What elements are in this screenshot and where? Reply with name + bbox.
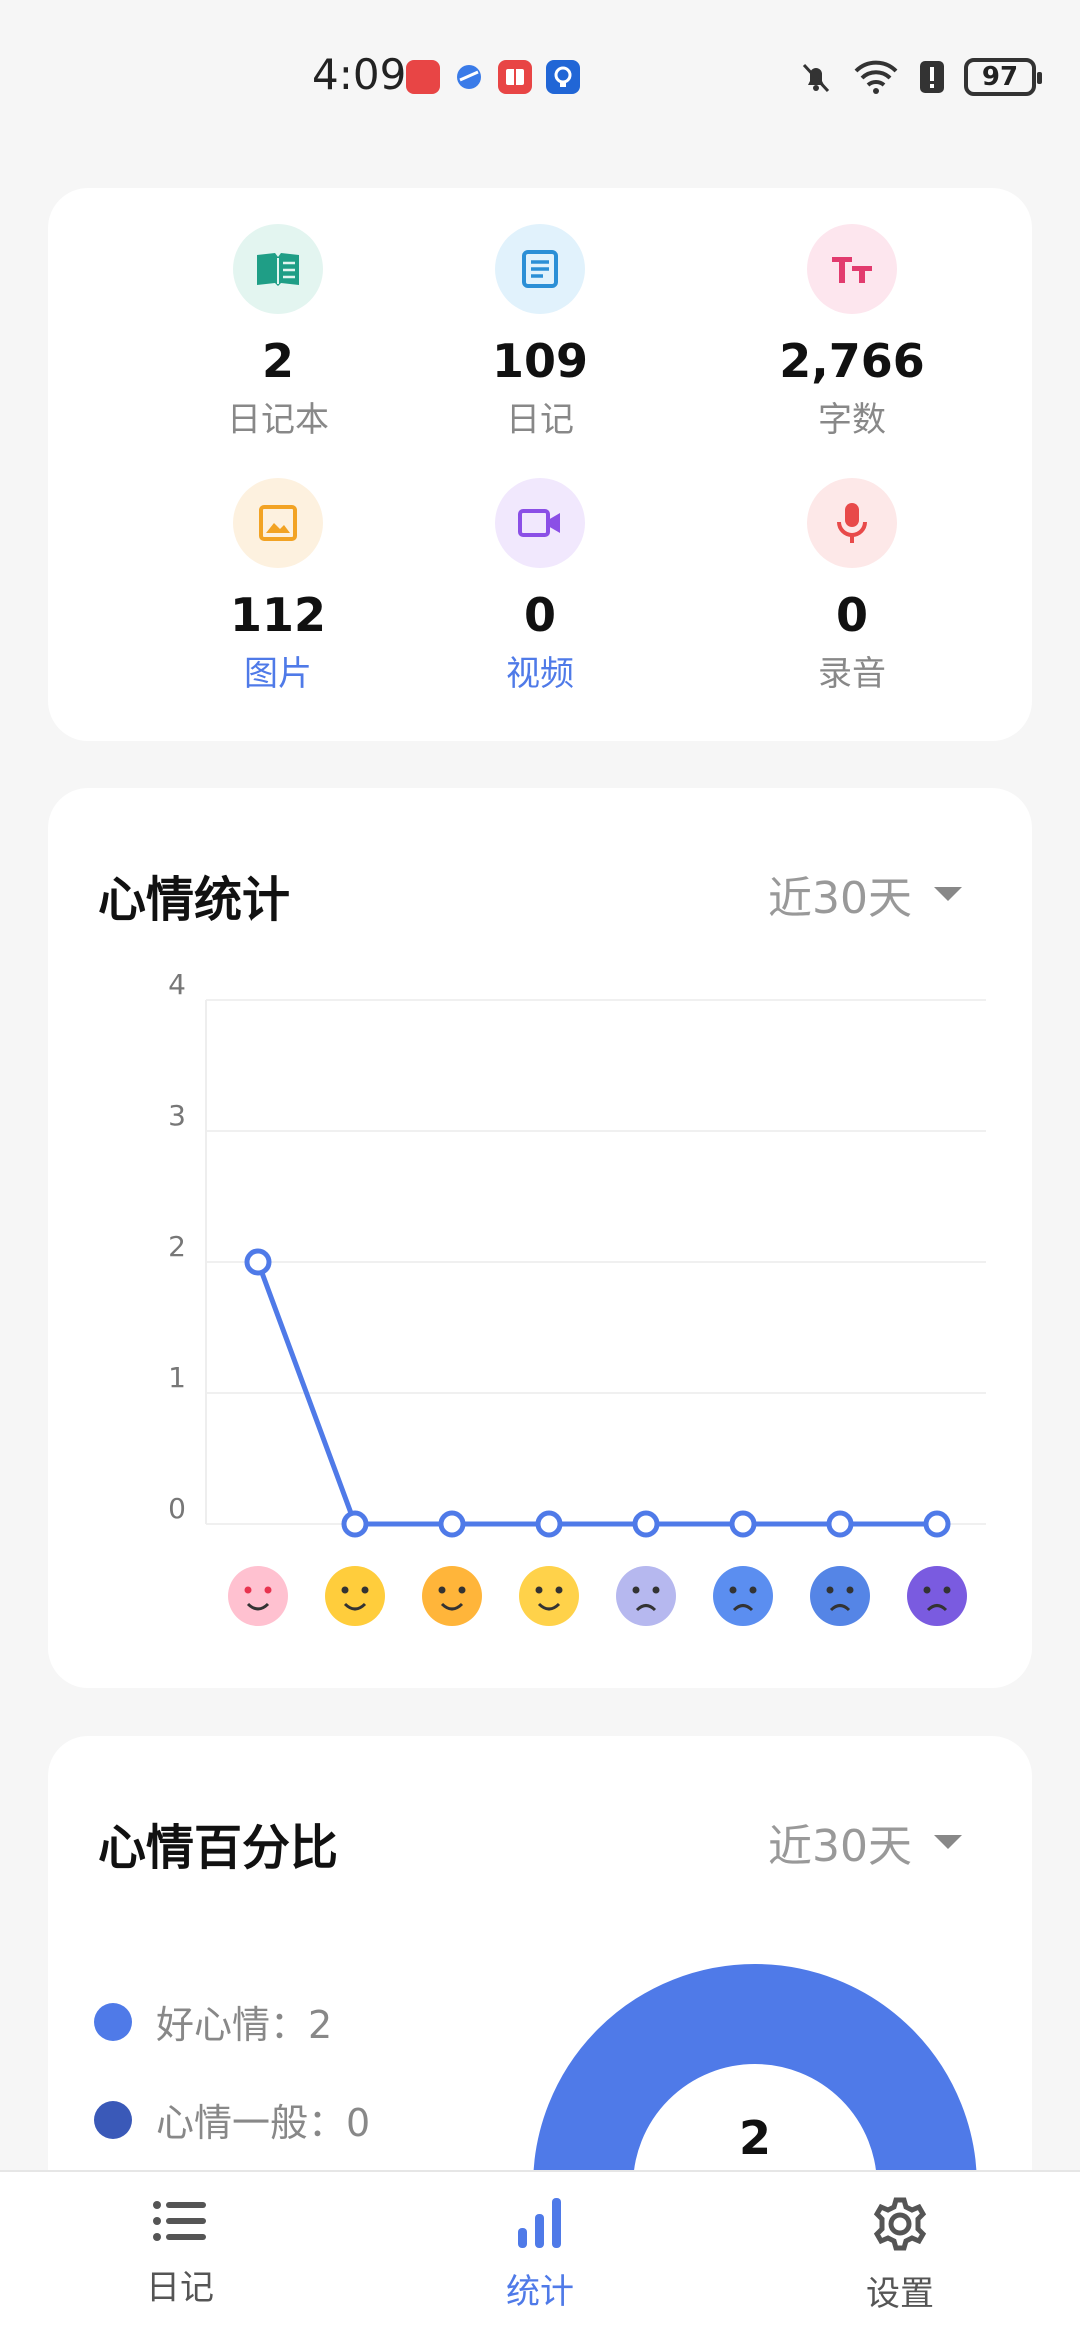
crying-face-icon (907, 1566, 967, 1626)
data-point[interactable] (729, 1510, 757, 1538)
stat-notebooks[interactable]: 2 日记本 (148, 224, 408, 441)
stat-value: 2,766 (779, 334, 925, 388)
donut-center-value: 2 (739, 2111, 771, 2165)
stat-label: 字数 (818, 400, 886, 440)
document-icon (495, 224, 585, 314)
browser-icon (452, 60, 486, 94)
text-size-icon (807, 224, 897, 314)
stat-label[interactable]: 视频 (410, 646, 670, 695)
stat-word-count[interactable]: 2,766 字数 (722, 224, 982, 441)
gear-icon (873, 2197, 927, 2251)
tab-label: 统计 (506, 2272, 574, 2312)
app-root: 4:09 97 2 日记本 109 日记 2,766 字数 112 图片 0 视… (0, 0, 1080, 2340)
stat-value: 0 (835, 588, 868, 642)
stat-diaries[interactable]: 109 日记 (410, 224, 670, 441)
calm-face-icon (519, 1566, 579, 1626)
data-point[interactable] (535, 1510, 563, 1538)
wifi-icon (854, 60, 898, 94)
tips-icon (546, 60, 580, 94)
status-time: 4:09 (312, 50, 407, 99)
angry-face-icon (713, 1566, 773, 1626)
smiling-face-icon (422, 1566, 482, 1626)
bar-chart-icon (518, 2198, 561, 2248)
tab-diary[interactable]: 日记 (80, 2196, 280, 2309)
worried-face-icon (616, 1566, 676, 1626)
stat-value: 2 (261, 334, 294, 388)
bottom-tab-bar: 日记 统计 设置 (0, 2170, 1080, 2340)
video-icon (495, 478, 585, 568)
data-point[interactable] (923, 1510, 951, 1538)
data-point[interactable] (632, 1510, 660, 1538)
data-point[interactable] (341, 1510, 369, 1538)
mood-line-chart: 0 1 2 3 4 (168, 968, 986, 1626)
grinning-face-icon (325, 1566, 385, 1626)
tab-label: 日记 (146, 2268, 214, 2308)
status-bar: 4:09 97 (0, 0, 1080, 160)
tab-settings[interactable]: 设置 (800, 2196, 1000, 2315)
tab-statistics[interactable]: 统计 (440, 2196, 640, 2313)
tab-label: 设置 (866, 2274, 934, 2314)
huawei-appgallery-icon (406, 60, 440, 94)
y-tick-label: 2 (168, 1230, 186, 1263)
stat-images[interactable]: 112 图片 (148, 478, 408, 695)
microphone-icon (807, 478, 897, 568)
stat-videos[interactable]: 0 视频 (410, 478, 670, 695)
stat-recordings[interactable]: 0 录音 (722, 478, 982, 695)
loved-face-icon (228, 1566, 288, 1626)
mood-stats-card: 心情统计 近30天 01234 (48, 788, 1032, 1688)
alert-icon (920, 61, 944, 93)
stat-label: 日记 (506, 400, 574, 440)
stat-value: 112 (229, 588, 327, 642)
stat-label: 录音 (818, 654, 886, 694)
data-point[interactable] (438, 1510, 466, 1538)
list-icon (153, 2201, 206, 2241)
data-point[interactable] (826, 1510, 854, 1538)
status-right: 97 (798, 58, 1042, 96)
book-icon (233, 224, 323, 314)
stat-label[interactable]: 图片 (148, 646, 408, 695)
stat-value: 0 (523, 588, 556, 642)
y-tick-label: 3 (168, 1099, 186, 1132)
battery-indicator: 97 (964, 58, 1042, 96)
sad-face-icon (810, 1566, 870, 1626)
y-tick-label: 1 (168, 1361, 186, 1394)
stat-value: 109 (491, 334, 589, 388)
mute-icon (802, 63, 830, 93)
y-tick-label: 4 (168, 968, 186, 1001)
y-tick-label: 0 (168, 1492, 186, 1525)
reader-icon (498, 60, 532, 94)
image-icon (233, 478, 323, 568)
data-point[interactable] (244, 1248, 272, 1276)
stat-label: 日记本 (227, 400, 329, 440)
summary-card: 2 日记本 109 日记 2,766 字数 112 图片 0 视频 0 录音 (48, 188, 1032, 741)
